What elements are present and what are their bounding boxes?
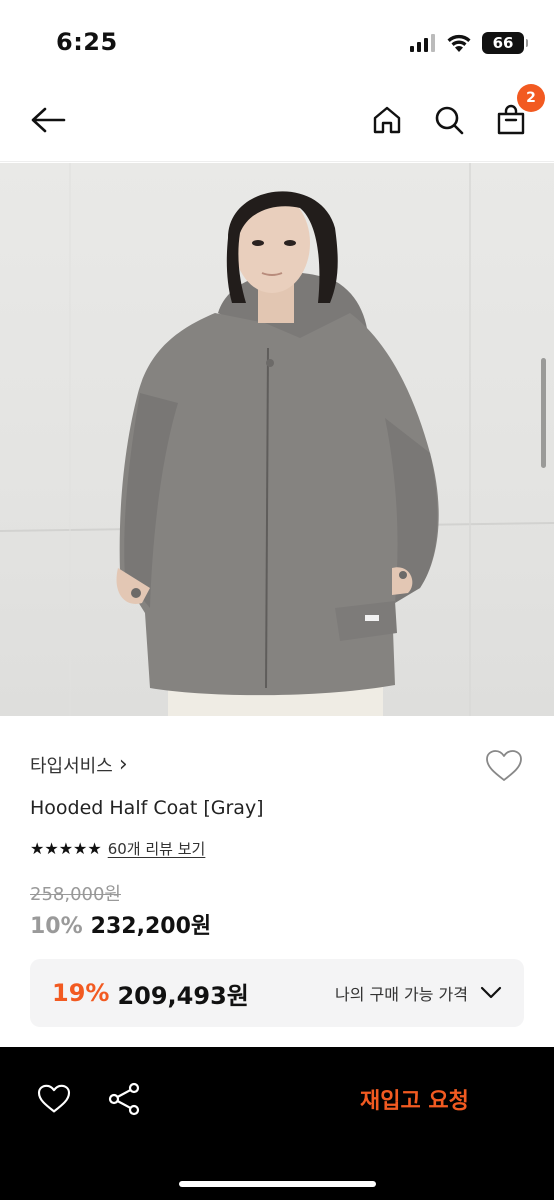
share-icon xyxy=(108,1082,140,1116)
battery-level: 66 xyxy=(492,34,514,52)
original-price: 258,000원 xyxy=(30,884,121,905)
image-scroll-indicator xyxy=(541,358,546,468)
star-icon: ★ xyxy=(30,838,45,858)
sale-price: 232,200원 xyxy=(90,914,212,939)
star-icon: ★ xyxy=(87,838,102,858)
restock-request-button[interactable]: 재입고 요청 xyxy=(360,1079,469,1119)
star-icon: ★ xyxy=(44,838,59,858)
status-icons: 66 xyxy=(410,32,528,54)
bottom-wishlist-button[interactable] xyxy=(34,1079,74,1119)
status-bar: 6:25 66 xyxy=(0,0,554,80)
heart-icon xyxy=(37,1084,71,1113)
cart-count-badge: 2 xyxy=(517,84,545,112)
product-photo xyxy=(0,163,554,716)
home-icon xyxy=(373,106,401,134)
back-button[interactable] xyxy=(26,98,70,142)
home-button[interactable] xyxy=(365,98,409,142)
brand-name: 타입서비스 xyxy=(30,756,113,777)
battery-icon: 66 xyxy=(482,32,528,54)
search-icon xyxy=(435,106,464,135)
heart-icon xyxy=(486,750,522,781)
brand-link[interactable]: 타입서비스 › xyxy=(30,752,128,778)
arrow-left-icon xyxy=(31,107,66,133)
wifi-icon xyxy=(447,34,471,52)
top-nav: 2 xyxy=(0,80,554,162)
my-price: 209,493원 xyxy=(117,981,249,1010)
home-indicator xyxy=(179,1181,376,1187)
star-icon: ★ xyxy=(73,838,88,858)
my-price-dropdown[interactable]: 19% 209,493원 나의 구매 가능 가격 xyxy=(30,959,524,1027)
product-image[interactable] xyxy=(0,163,554,716)
my-discount-percent: 19% xyxy=(52,979,110,1007)
chevron-down-icon xyxy=(480,986,502,1000)
share-button[interactable] xyxy=(104,1079,144,1119)
sale-price-row: 10% 232,200원 xyxy=(30,908,211,940)
cellular-signal-icon xyxy=(410,34,435,52)
search-button[interactable] xyxy=(427,98,471,142)
rating-stars: ★ ★ ★ ★ ★ xyxy=(30,838,102,858)
wishlist-button[interactable] xyxy=(484,746,524,786)
reviews-link[interactable]: 60개 리뷰 보기 xyxy=(108,838,206,859)
my-price-label: 나의 구매 가능 가격 xyxy=(334,985,468,1004)
bottom-action-bar: 재입고 요청 xyxy=(0,1047,554,1200)
chevron-right-icon: › xyxy=(118,752,128,777)
product-name: Hooded Half Coat [Gray] xyxy=(30,797,264,819)
cart-button[interactable]: 2 xyxy=(489,84,545,142)
status-time: 6:25 xyxy=(56,28,118,56)
rating-row: ★ ★ ★ ★ ★ 60개 리뷰 보기 xyxy=(30,838,205,859)
star-icon: ★ xyxy=(58,838,74,858)
discount-percent: 10% xyxy=(30,914,83,939)
